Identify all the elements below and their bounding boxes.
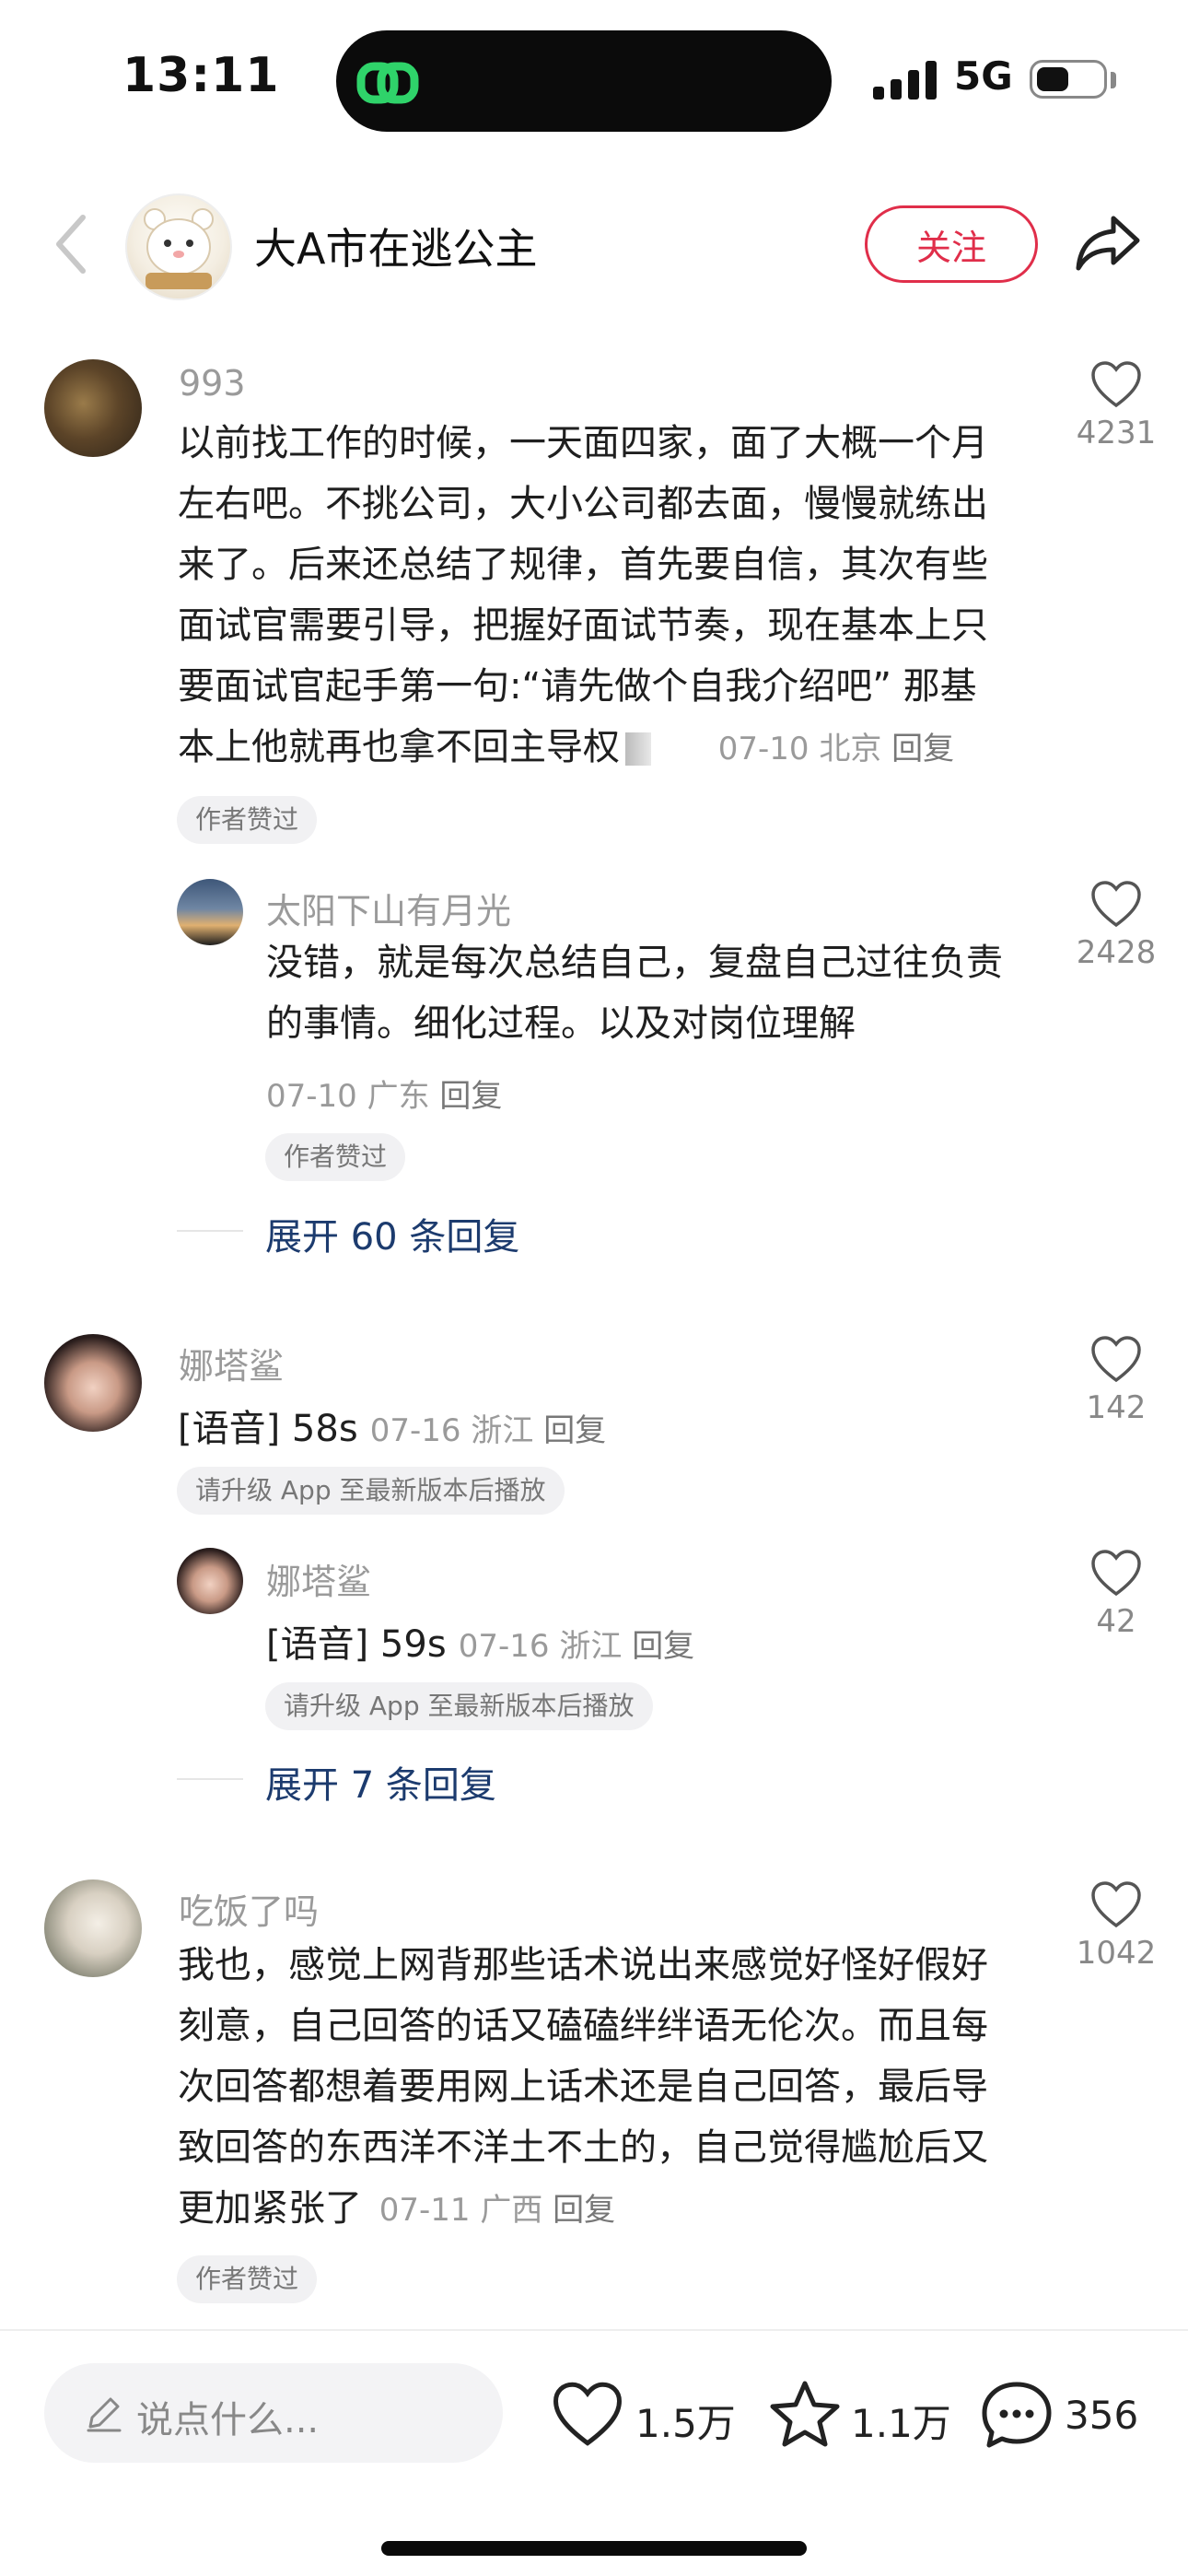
reply-date: 07-16: [458, 1628, 550, 1665]
comment-meta: 07-16 浙江 回复: [370, 1412, 606, 1449]
reply-button[interactable]: 回复: [543, 1412, 606, 1449]
comment-avatar[interactable]: [44, 1879, 142, 1977]
like-control[interactable]: 142: [1061, 1334, 1171, 1426]
battery-tip: [1111, 72, 1116, 88]
back-icon[interactable]: [46, 212, 101, 276]
comment-username[interactable]: 993: [179, 363, 246, 404]
heart-icon[interactable]: [1089, 879, 1143, 929]
heart-icon[interactable]: [1089, 1879, 1143, 1929]
comment-text-line: 更加紧张了 07-11 广西 回复: [178, 2178, 1043, 2241]
comment-text-line: 我也，感觉上网背那些话术说出来感觉好怪好假好: [178, 1944, 988, 1986]
comment-text-tail: 更加紧张了: [178, 2187, 362, 2230]
comment-location: 广西: [480, 2192, 543, 2229]
reply-meta: 07-16 浙江 回复: [459, 1628, 694, 1665]
comment-date: 07-16: [369, 1412, 461, 1449]
reply-text-line: 没错，就是每次总结自己，复盘自己过往负责: [266, 942, 1003, 984]
author-name[interactable]: 大A市在逃公主: [254, 216, 537, 276]
battery-icon: [1030, 60, 1107, 99]
reply-date: 07-10: [266, 1078, 357, 1115]
comment-avatar[interactable]: [44, 359, 142, 457]
comment-username[interactable]: 娜塔鲨: [179, 1338, 284, 1388]
upgrade-notice: 请升级 App 至最新版本后播放: [265, 1682, 653, 1730]
reply-button[interactable]: 回复: [553, 2192, 615, 2229]
like-control[interactable]: 42: [1061, 1548, 1171, 1640]
reply-avatar[interactable]: [177, 1548, 243, 1614]
like-count: 2428: [1076, 934, 1157, 971]
voice-line: [语音] 58s 07-16 浙江 回复: [178, 1399, 606, 1452]
comment-text-line: 要面试官起手第一句:“请先做个自我介绍吧” 那基: [178, 665, 977, 708]
network-label: 5G: [954, 53, 1013, 99]
voice-line: [语音] 59s 07-16 浙江 回复: [266, 1614, 694, 1668]
upgrade-notice: 请升级 App 至最新版本后播放: [177, 1467, 565, 1515]
like-count-total: 1.5万: [635, 2401, 736, 2446]
author-liked-badge: 作者赞过: [177, 796, 318, 844]
comment-date: 07-10: [717, 731, 809, 767]
expand-divider: [177, 1230, 243, 1232]
comment-text-line: 本上他就再也拿不回主导权 07-10 北京 回复: [178, 717, 1043, 779]
comment-text-line: 次回答都想着要用网上话术还是自己回答，最后导: [178, 2066, 988, 2108]
comment-text-line: 以前找工作的时候，一天面四家，面了大概一个月: [178, 422, 988, 464]
star-icon[interactable]: [768, 2379, 842, 2449]
pencil-icon: [87, 2397, 122, 2432]
heart-icon[interactable]: [1089, 1548, 1143, 1598]
heart-icon[interactable]: [551, 2379, 624, 2449]
heart-icon[interactable]: [1089, 1334, 1143, 1384]
reply-meta: 07-10 广东 回复: [266, 1071, 502, 1116]
comment-meta: 07-11 广西 回复: [379, 2192, 615, 2229]
comment-text: 我也，感觉上网背那些话术说出来感觉好怪好假好 刻意，自己回答的话又磕磕绊绊语无伦…: [178, 1935, 1043, 2241]
author-liked-badge: 作者赞过: [265, 1133, 406, 1181]
like-control[interactable]: 1042: [1061, 1879, 1171, 1972]
comment-text-line: 左右吧。不挑公司，大小公司都去面，慢慢就练出: [178, 483, 988, 525]
expand-replies-button[interactable]: 展开 7 条回复: [265, 1755, 496, 1809]
like-count: 4231: [1076, 415, 1157, 451]
comment-location: 北京: [819, 731, 882, 767]
comment-text-tail: 本上他就再也拿不回主导权: [178, 726, 620, 768]
follow-button[interactable]: 关注: [865, 205, 1038, 283]
comment-avatar[interactable]: [44, 1334, 142, 1432]
comment-text-line: 致回答的东西洋不洋土不土的，自己觉得尴尬后又: [178, 2126, 988, 2169]
comment-count: 356: [1065, 2393, 1139, 2438]
comment-text-line: 面试官需要引导，把握好面试节奏，现在基本上只: [178, 604, 988, 647]
comment-input-placeholder[interactable]: 说点什么...: [136, 2390, 319, 2443]
expand-replies-button[interactable]: 展开 60 条回复: [265, 1207, 519, 1260]
reply-location: 浙江: [559, 1628, 623, 1665]
comment-location: 浙江: [471, 1412, 534, 1449]
like-count: 42: [1096, 1603, 1136, 1640]
reply-location: 广东: [367, 1078, 430, 1115]
like-count: 1042: [1076, 1935, 1157, 1972]
status-time: 13:11: [122, 48, 280, 103]
reply-avatar[interactable]: [177, 879, 243, 945]
like-count: 142: [1086, 1389, 1147, 1426]
comment-icon[interactable]: [980, 2379, 1054, 2451]
signal-icon: [873, 59, 938, 100]
voice-message[interactable]: [语音] 58s: [178, 1408, 358, 1450]
reply-username[interactable]: 太阳下山有月光: [266, 883, 511, 933]
island-app-icon: [356, 62, 419, 104]
reply-text-line: 的事情。细化过程。以及对岗位理解: [266, 1002, 856, 1045]
comment-date: 07-11: [379, 2192, 471, 2229]
share-icon[interactable]: [1073, 207, 1143, 277]
comment-text: 以前找工作的时候，一天面四家，面了大概一个月 左右吧。不挑公司，大小公司都去面，…: [178, 413, 1043, 779]
voice-message[interactable]: [语音] 59s: [266, 1623, 447, 1666]
author-liked-badge: 作者赞过: [177, 2255, 318, 2303]
comment-username[interactable]: 吃饭了吗: [179, 1883, 319, 1934]
like-control[interactable]: 2428: [1061, 879, 1171, 971]
reply-button[interactable]: 回复: [439, 1078, 502, 1115]
like-control[interactable]: 4231: [1061, 359, 1171, 451]
comment-text-line: 刻意，自己回答的话又磕磕绊绊语无伦次。而且每: [178, 2005, 988, 2047]
author-avatar[interactable]: [125, 193, 232, 300]
expand-divider: [177, 1778, 243, 1780]
reply-button[interactable]: 回复: [632, 1628, 694, 1665]
bottom-divider: [0, 2329, 1188, 2331]
reply-username[interactable]: 娜塔鲨: [266, 1553, 371, 1604]
reply-button[interactable]: 回复: [891, 731, 954, 767]
star-count: 1.1万: [851, 2401, 951, 2446]
emoji-icon: [625, 732, 651, 766]
comment-meta: 07-10 北京 回复: [718, 731, 954, 767]
heart-icon[interactable]: [1089, 359, 1143, 409]
reply-text: 没错，就是每次总结自己，复盘自己过往负责 的事情。细化过程。以及对岗位理解: [266, 932, 1040, 1054]
home-indicator: [381, 2541, 807, 2556]
comment-text-line: 来了。后来还总结了规律，首先要自信，其次有些: [178, 544, 988, 586]
